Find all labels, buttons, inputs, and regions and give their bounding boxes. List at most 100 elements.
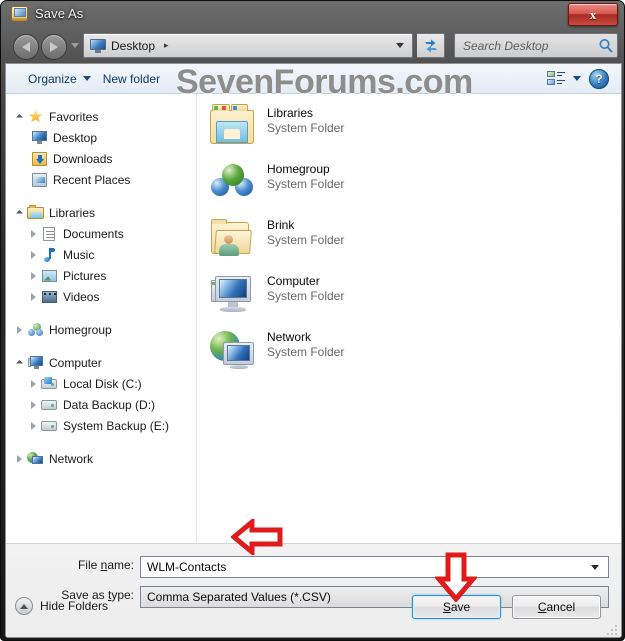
network-globe-icon <box>209 326 257 374</box>
resize-grip-icon[interactable] <box>607 625 619 637</box>
file-list-item-homegroup[interactable]: Homegroup System Folder <box>209 158 344 206</box>
caret-down-icon <box>82 76 91 81</box>
search-box[interactable]: Search Desktop <box>454 33 618 58</box>
hide-folders-label: Hide Folders <box>40 599 109 613</box>
cancel-button-label: Cancel <box>537 600 576 614</box>
item-name: Libraries <box>267 106 314 120</box>
nav-group-homegroup: Homegroup <box>6 319 196 340</box>
expand-triangle-icon[interactable] <box>14 113 24 122</box>
sidebar-item-network[interactable]: Network <box>6 448 196 469</box>
save-as-dialog: Save As x Desktop ▸ Search Desktop Organ… <box>0 0 625 641</box>
sidebar-item-libraries[interactable]: Libraries <box>6 202 196 223</box>
sidebar-item-data-backup-d[interactable]: Data Backup (D:) <box>6 394 196 415</box>
libraries-icon <box>27 204 44 221</box>
collapse-triangle-icon[interactable] <box>14 325 24 334</box>
expand-triangle-icon[interactable] <box>14 209 24 218</box>
sidebar-label: Homegroup <box>49 322 112 337</box>
sidebar-item-videos[interactable]: Videos <box>6 286 196 307</box>
file-list-pane[interactable]: Libraries System Folder Homegroup System… <box>197 94 621 542</box>
collapse-triangle-icon[interactable] <box>14 454 24 463</box>
item-name: Homegroup <box>267 162 330 176</box>
sidebar-item-homegroup[interactable]: Homegroup <box>6 319 196 340</box>
organize-button[interactable]: Organize <box>22 69 97 89</box>
address-dropdown-icon[interactable] <box>396 43 404 48</box>
dialog-client-area: Organize New folder ? Favorites Desktop … <box>5 63 622 638</box>
hard-drive-icon <box>41 418 58 434</box>
sidebar-label: Network <box>49 451 94 466</box>
close-button[interactable]: x <box>568 3 618 26</box>
navigation-pane[interactable]: Favorites Desktop Downloads Recent Place… <box>6 94 196 542</box>
item-type: System Folder <box>267 177 345 191</box>
recent-locations-button[interactable] <box>71 43 79 48</box>
sidebar-item-desktop[interactable]: Desktop <box>6 127 196 148</box>
hide-folders-button[interactable]: Hide Folders <box>15 597 108 615</box>
breadcrumb-separator-icon[interactable]: ▸ <box>164 40 169 51</box>
desktop-monitor-icon <box>90 38 106 53</box>
collapse-triangle-icon[interactable] <box>28 421 38 430</box>
toolbar-right-group: ? <box>547 68 621 89</box>
refresh-button[interactable] <box>417 33 445 58</box>
view-options-icon[interactable] <box>547 71 565 86</box>
title-bar: Save As x <box>1 1 625 29</box>
item-name: Brink <box>267 218 295 232</box>
caret-down-icon[interactable] <box>591 564 599 570</box>
back-button[interactable] <box>13 34 39 60</box>
sidebar-item-recent-places[interactable]: Recent Places <box>6 169 196 190</box>
search-input[interactable]: Search Desktop <box>463 39 548 53</box>
sidebar-label: Music <box>63 247 95 262</box>
file-list-item-computer[interactable]: Computer System Folder <box>209 270 344 318</box>
help-question-icon: ? <box>595 71 603 86</box>
sidebar-item-music[interactable]: Music <box>6 244 196 265</box>
back-arrow-icon <box>22 42 30 52</box>
sidebar-item-pictures[interactable]: Pictures <box>6 265 196 286</box>
downloads-folder-icon <box>31 151 48 167</box>
computer-icon <box>27 355 44 371</box>
file-list-item-brink[interactable]: Brink System Folder <box>209 214 344 262</box>
collapse-triangle-icon[interactable] <box>28 229 38 238</box>
nav-group-computer: Computer Local Disk (C:) Data Backup (D:… <box>6 352 196 436</box>
file-name-value[interactable]: WLM-Contacts <box>147 560 591 574</box>
collapse-triangle-icon[interactable] <box>28 250 38 259</box>
save-button-label: Save <box>442 600 471 614</box>
sidebar-item-system-backup-e[interactable]: System Backup (E:) <box>6 415 196 436</box>
file-list-item-libraries[interactable]: Libraries System Folder <box>209 102 344 150</box>
view-caret-down-icon[interactable] <box>573 76 581 81</box>
sidebar-item-favorites[interactable]: Favorites <box>6 106 196 127</box>
sidebar-label: Libraries <box>49 205 96 220</box>
new-folder-button[interactable]: New folder <box>97 69 166 89</box>
magnifier-icon <box>599 39 613 53</box>
item-type: System Folder <box>267 345 345 359</box>
documents-icon <box>41 226 58 242</box>
expand-triangle-icon[interactable] <box>14 359 24 368</box>
save-form: File name: WLM-Contacts Save as type: Co… <box>6 543 621 637</box>
help-button[interactable]: ? <box>589 68 609 89</box>
libraries-folder-icon <box>209 102 257 150</box>
user-folder-icon <box>209 214 257 262</box>
collapse-triangle-icon[interactable] <box>28 379 38 388</box>
desktop-monitor-icon <box>31 130 48 146</box>
forward-arrow-icon <box>50 42 58 52</box>
sidebar-item-computer[interactable]: Computer <box>6 352 196 373</box>
file-list-item-network[interactable]: Network System Folder <box>209 326 344 374</box>
sidebar-item-documents[interactable]: Documents <box>6 223 196 244</box>
chevron-up-circle-icon <box>15 597 33 615</box>
collapse-triangle-icon[interactable] <box>28 292 38 301</box>
sidebar-label: Pictures <box>63 268 107 283</box>
collapse-triangle-icon[interactable] <box>28 271 38 280</box>
forward-button[interactable] <box>41 34 67 60</box>
sidebar-item-local-disk-c[interactable]: Local Disk (C:) <box>6 373 196 394</box>
nav-group-network: Network <box>6 448 196 469</box>
sidebar-label: Computer <box>49 355 102 370</box>
item-type: System Folder <box>267 289 345 303</box>
cancel-button[interactable]: Cancel <box>512 595 601 619</box>
homegroup-spheres-icon <box>209 158 257 206</box>
item-type: System Folder <box>267 233 345 247</box>
nav-group-favorites: Favorites Desktop Downloads Recent Place… <box>6 106 196 190</box>
address-bar[interactable]: Desktop ▸ <box>83 33 413 58</box>
breadcrumb-desktop[interactable]: Desktop <box>111 39 155 53</box>
sidebar-item-downloads[interactable]: Downloads <box>6 148 196 169</box>
homegroup-icon <box>27 322 44 338</box>
file-name-input[interactable]: WLM-Contacts <box>140 556 609 578</box>
collapse-triangle-icon[interactable] <box>28 400 38 409</box>
save-button[interactable]: Save <box>412 595 501 619</box>
